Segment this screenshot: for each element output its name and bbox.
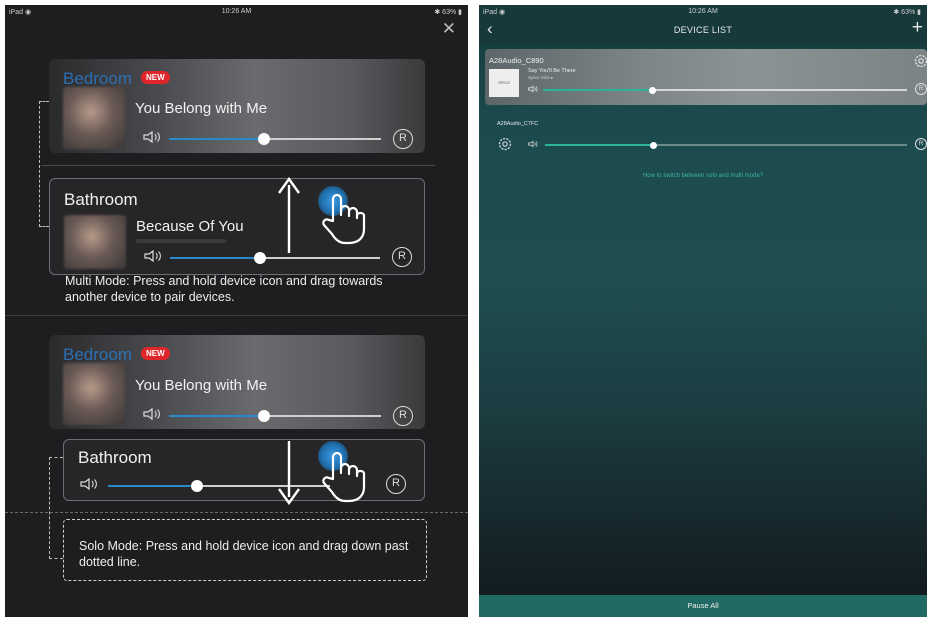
volume-slider[interactable] bbox=[170, 252, 380, 264]
r-button[interactable]: R bbox=[393, 129, 413, 149]
hand-pointer-icon bbox=[322, 193, 366, 245]
device-name: A28Audio_C890 bbox=[489, 56, 544, 65]
status-bar: iPad ◉ 10:26 AM ✱ 63% ▮ bbox=[479, 5, 927, 19]
song-title: You Belong with Me bbox=[135, 100, 268, 117]
solo-multi-help-link[interactable]: How to switch between solo and multi mod… bbox=[479, 173, 927, 179]
card-divider bbox=[41, 165, 435, 166]
album-art: SPICE bbox=[489, 69, 519, 97]
bedroom-card[interactable]: Bedroom NEW You Belong with Me R bbox=[49, 59, 425, 153]
dotted-line bbox=[5, 512, 468, 513]
volume-knob[interactable] bbox=[258, 133, 271, 145]
gear-icon[interactable] bbox=[497, 136, 513, 152]
volume-knob[interactable] bbox=[190, 480, 203, 492]
album-art bbox=[64, 215, 126, 269]
pause-all-button[interactable]: Pause All bbox=[479, 595, 927, 617]
speaker-icon bbox=[144, 250, 161, 262]
volume-fill bbox=[108, 485, 197, 487]
speaker-icon bbox=[143, 408, 160, 420]
hand-pointer-icon bbox=[322, 451, 366, 503]
arrow-up-icon bbox=[278, 177, 300, 253]
song-artist: Spice Girls ▸ bbox=[528, 75, 554, 80]
album-art-text: SPICE bbox=[497, 80, 510, 85]
r-button[interactable]: R bbox=[915, 83, 927, 95]
album-art bbox=[63, 363, 125, 425]
r-button[interactable]: R bbox=[393, 406, 413, 426]
bathroom-card[interactable]: Bathroom Because Of You R bbox=[49, 178, 425, 275]
solo-bracket bbox=[49, 457, 63, 559]
plus-icon[interactable]: + bbox=[912, 17, 923, 39]
device-list-screen: iPad ◉ 10:26 AM ✱ 63% ▮ ‹ DEVICE LIST + … bbox=[479, 5, 927, 617]
volume-knob[interactable] bbox=[258, 410, 271, 422]
song-subtitle-bar bbox=[136, 239, 226, 243]
volume-slider[interactable] bbox=[169, 133, 381, 145]
new-badge: NEW bbox=[141, 71, 170, 84]
new-badge: NEW bbox=[141, 347, 170, 360]
device-name: A28Audio_C7FC bbox=[497, 121, 539, 127]
status-time: 10:26 AM bbox=[688, 8, 718, 15]
r-button[interactable]: R bbox=[386, 474, 406, 494]
bathroom-card[interactable]: Bathroom R bbox=[63, 439, 425, 501]
speaker-icon bbox=[528, 85, 538, 93]
status-bar: iPad ◉ 10:26 AM ✱ 63% ▮ bbox=[5, 5, 468, 19]
nav-bar: iPad ◉ 10:26 AM ✱ 63% ▮ ‹ DEVICE LIST + bbox=[479, 5, 927, 45]
bedroom-card[interactable]: Bedroom NEW You Belong with Me R bbox=[49, 335, 425, 429]
solo-mode-hint: Solo Mode: Press and hold device icon an… bbox=[79, 539, 409, 569]
speaker-icon bbox=[143, 131, 160, 143]
volume-slider[interactable] bbox=[543, 86, 907, 94]
room-name: Bedroom bbox=[63, 345, 132, 364]
volume-knob[interactable] bbox=[650, 141, 658, 149]
volume-knob[interactable] bbox=[254, 252, 267, 264]
tutorial-screen: iPad ◉ 10:26 AM ✱ 63% ▮ ✕ Bedroom NEW Yo… bbox=[5, 5, 468, 617]
status-time: 10:26 AM bbox=[221, 8, 252, 15]
volume-slider[interactable] bbox=[545, 141, 907, 149]
pair-bracket bbox=[39, 101, 49, 227]
multi-mode-hint: Multi Mode: Press and hold device icon a… bbox=[65, 274, 383, 304]
speaker-icon bbox=[528, 140, 538, 148]
r-button[interactable]: R bbox=[392, 247, 412, 267]
volume-fill bbox=[543, 89, 653, 91]
arrow-down-icon bbox=[278, 441, 300, 505]
status-battery: ✱ 63% ▮ bbox=[434, 9, 462, 16]
song-title: Because Of You bbox=[136, 218, 244, 235]
song-title: Say You'll Be There bbox=[528, 68, 576, 74]
device-row[interactable]: A28Audio_C890 SPICE Say You'll Be There … bbox=[485, 49, 927, 105]
section-divider bbox=[5, 315, 468, 316]
gear-icon[interactable] bbox=[913, 53, 927, 69]
r-button[interactable]: R bbox=[915, 138, 927, 150]
song-title: You Belong with Me bbox=[135, 377, 268, 394]
room-name: Bathroom bbox=[64, 190, 138, 209]
volume-fill bbox=[545, 144, 654, 146]
volume-slider[interactable] bbox=[169, 410, 381, 422]
room-name: Bathroom bbox=[78, 448, 152, 467]
page-title: DEVICE LIST bbox=[673, 25, 733, 35]
speaker-icon bbox=[80, 478, 97, 490]
volume-knob[interactable] bbox=[648, 86, 656, 94]
volume-fill bbox=[169, 415, 265, 417]
status-battery: ✱ 63% ▮ bbox=[893, 9, 921, 16]
volume-fill bbox=[169, 138, 265, 140]
room-name: Bedroom bbox=[63, 69, 132, 88]
volume-fill bbox=[170, 257, 261, 259]
album-art bbox=[63, 87, 125, 149]
close-icon[interactable]: ✕ bbox=[442, 19, 456, 39]
